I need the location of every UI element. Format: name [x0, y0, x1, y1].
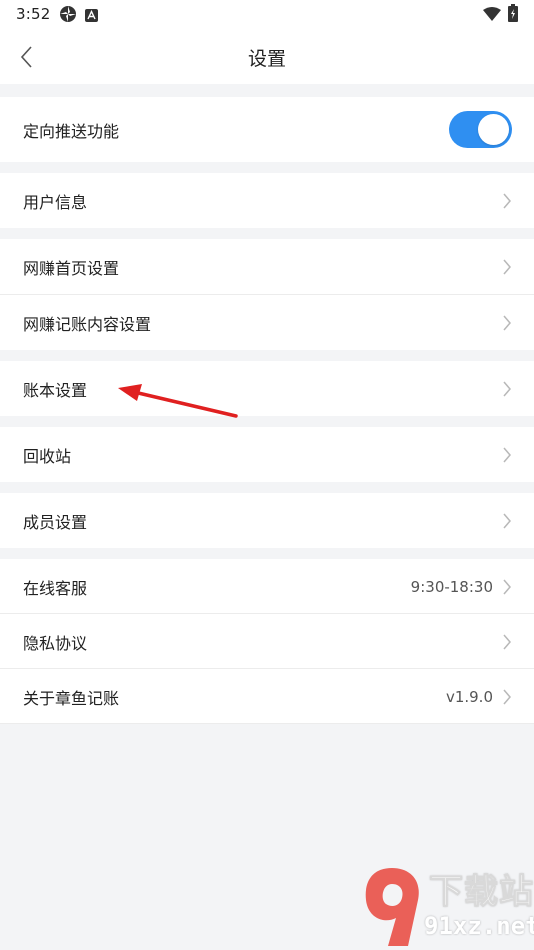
watermark-logo-icon [365, 868, 419, 946]
chevron-right-icon [503, 381, 511, 396]
watermark: 下载站 91xz.net [362, 860, 534, 950]
battery-icon [508, 4, 518, 26]
chevron-right-icon [503, 579, 511, 594]
red-arrow-annotation [118, 384, 238, 418]
pinwheel-icon [59, 5, 77, 27]
toggle-knob [478, 114, 509, 145]
settings-row-user-info[interactable]: 用户信息 [0, 173, 534, 228]
settings-row-homepage[interactable]: 网赚首页设置 [0, 239, 534, 294]
a-badge-icon [85, 7, 98, 26]
settings-row-label: 关于章鱼记账 [23, 688, 120, 708]
settings-row-service[interactable]: 在线客服 9:30-18:30 [0, 559, 534, 614]
watermark-title: 下载站 [429, 872, 534, 913]
app-version: v1.9.0 [445, 687, 493, 706]
settings-row-label: 网赚记账内容设置 [23, 314, 152, 334]
settings-row-push: 定向推送功能 [0, 97, 534, 162]
wifi-icon [483, 6, 501, 25]
chevron-right-icon [503, 193, 511, 208]
chevron-right-icon [503, 513, 511, 528]
chevron-right-icon [503, 689, 511, 704]
status-time: 3:52 [16, 5, 51, 23]
chevron-right-icon [503, 315, 511, 330]
settings-row-record-content[interactable]: 网赚记账内容设置 [0, 295, 534, 350]
settings-row-label: 定向推送功能 [23, 121, 120, 141]
status-bar: 3:52 [0, 0, 534, 28]
chevron-right-icon [503, 447, 511, 462]
page-title: 设置 [247, 48, 286, 70]
settings-row-label: 账本设置 [23, 380, 88, 400]
settings-row-privacy[interactable]: 隐私协议 [0, 614, 534, 669]
settings-row-members[interactable]: 成员设置 [0, 493, 534, 548]
chevron-right-icon [503, 259, 511, 274]
settings-row-about[interactable]: 关于章鱼记账 v1.9.0 [0, 669, 534, 724]
nav-bar: 设置 [0, 28, 534, 84]
chevron-right-icon [503, 634, 511, 649]
service-hours: 9:30-18:30 [410, 577, 493, 596]
settings-row-label: 隐私协议 [23, 633, 88, 653]
settings-row-ledger[interactable]: 账本设置 [0, 361, 534, 416]
settings-row-label: 网赚首页设置 [23, 258, 120, 278]
divider [0, 723, 534, 724]
settings-row-label: 回收站 [23, 446, 72, 466]
push-toggle[interactable] [449, 111, 512, 148]
settings-row-recycle[interactable]: 回收站 [0, 427, 534, 482]
settings-row-label: 用户信息 [23, 192, 88, 212]
watermark-domain: 91xz.net [424, 912, 534, 940]
settings-row-label: 在线客服 [23, 578, 88, 598]
settings-row-label: 成员设置 [23, 512, 88, 532]
